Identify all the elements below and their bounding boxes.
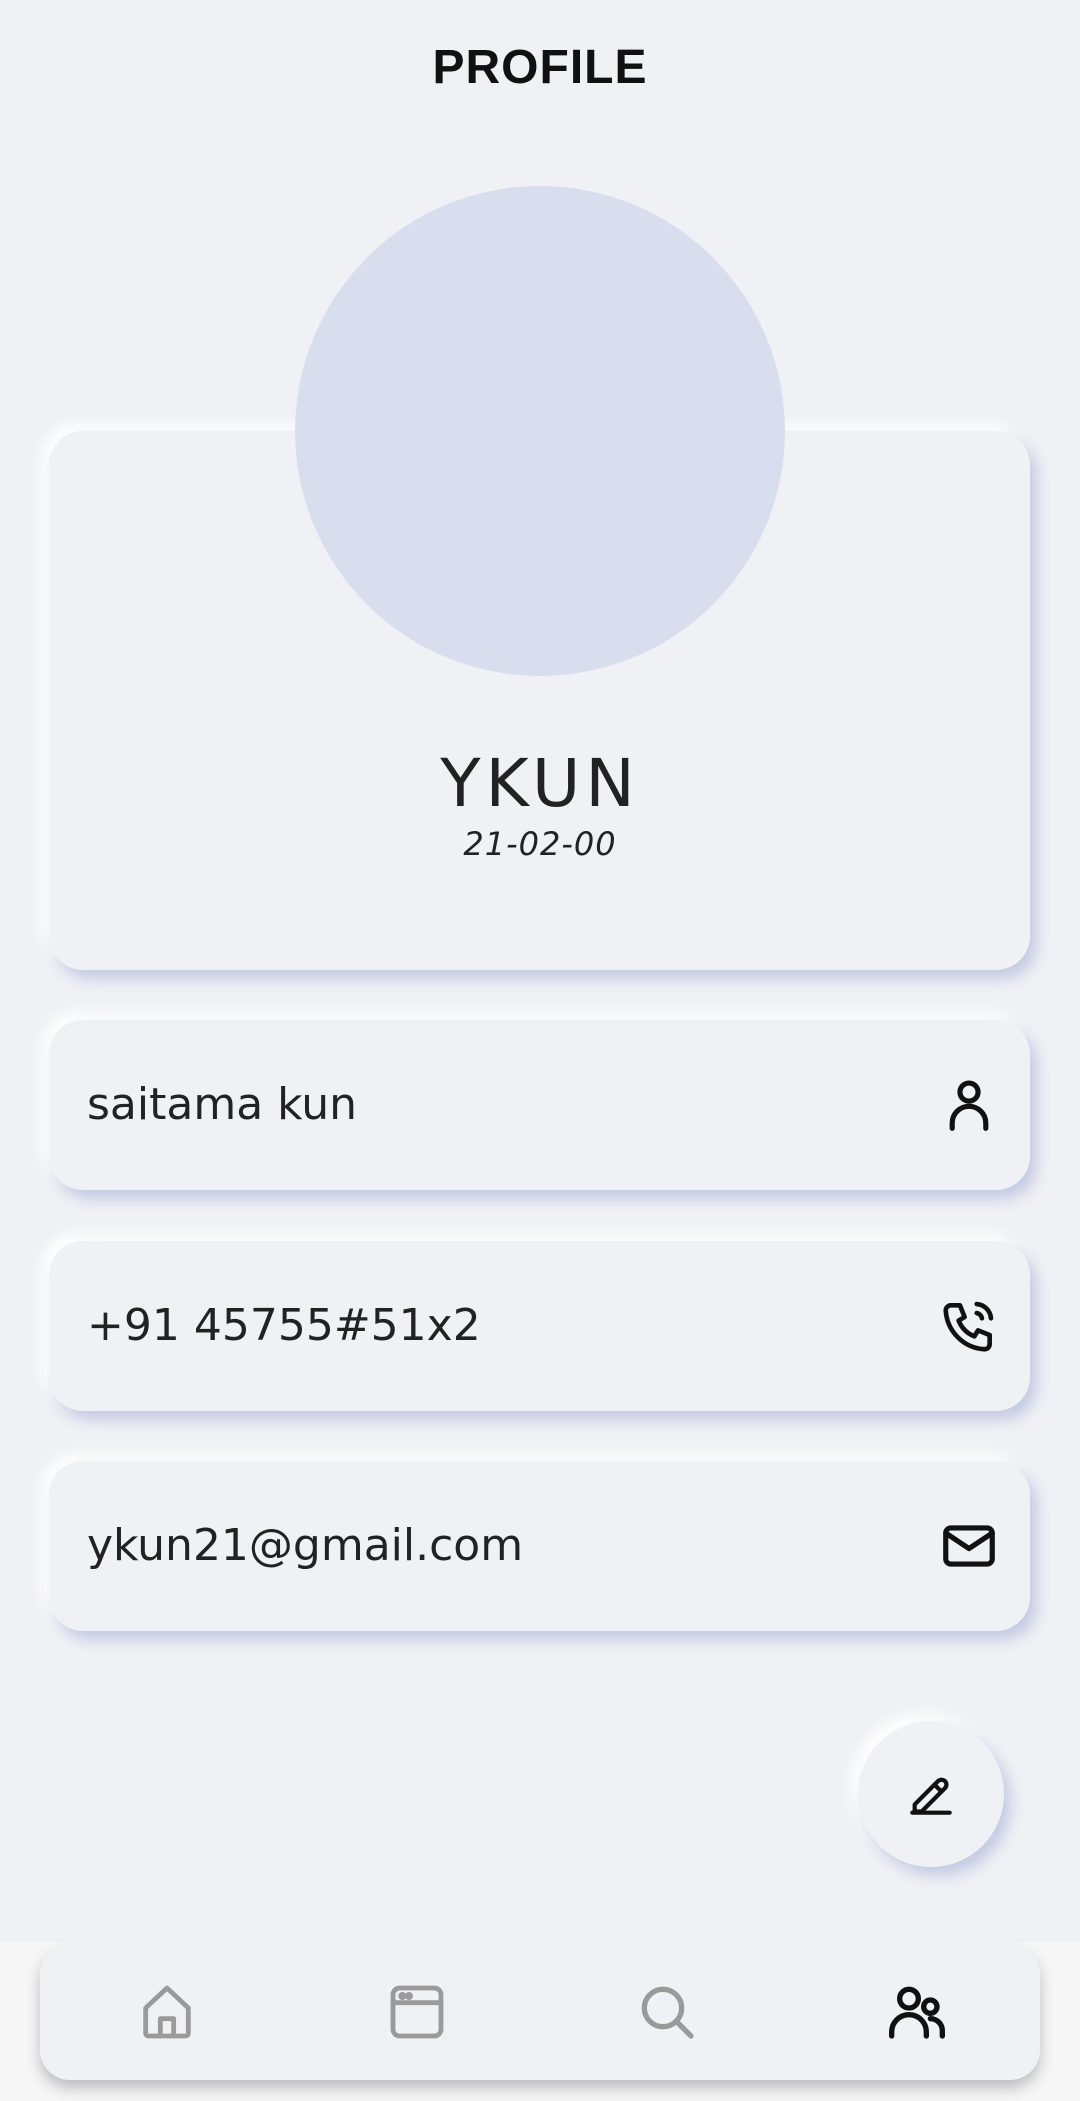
bottom-nav [40, 1945, 1040, 2080]
phone-field[interactable]: +91 45755#51x2 [49, 1241, 1030, 1411]
avatar[interactable] [295, 186, 785, 676]
nav-browser[interactable] [290, 1945, 540, 2080]
nav-search[interactable] [540, 1945, 790, 2080]
phone-icon [943, 1301, 994, 1352]
username-text: saitama kun [87, 1079, 358, 1130]
person-icon [949, 1080, 989, 1131]
email-field[interactable]: ykun21@gmail.com [49, 1461, 1030, 1631]
home-icon [143, 1985, 191, 2039]
edit-icon [910, 1777, 952, 1815]
people-icon [889, 1986, 945, 2039]
profile-name: YKUN [440, 745, 640, 822]
nav-profile[interactable] [790, 1945, 1040, 2080]
profile-date: 21-02-00 [463, 825, 617, 863]
username-field[interactable]: saitama kun [49, 1020, 1030, 1190]
mail-icon [943, 1525, 995, 1567]
nav-home[interactable] [40, 1945, 290, 2080]
phone-text: +91 45755#51x2 [87, 1300, 481, 1351]
email-text: ykun21@gmail.com [87, 1520, 524, 1571]
browser-window-icon [390, 1985, 444, 2039]
page-title: PROFILE [432, 41, 648, 94]
search-icon [641, 1986, 694, 2039]
edit-profile-button[interactable] [858, 1721, 1004, 1867]
